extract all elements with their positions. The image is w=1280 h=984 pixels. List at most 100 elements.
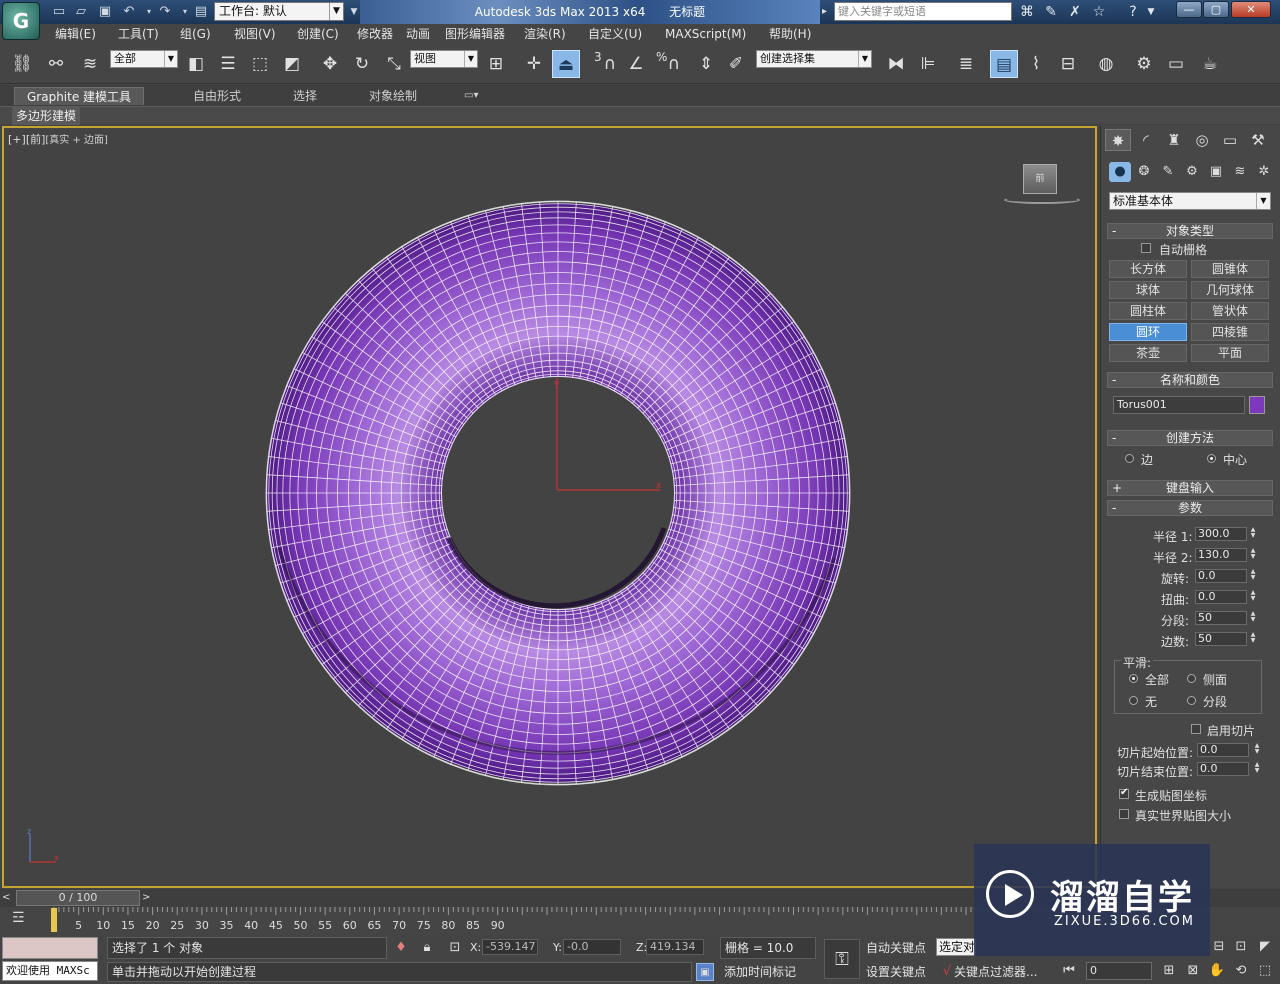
time-configuration-icon[interactable]: ⊞	[1160, 961, 1178, 981]
menu-views[interactable]: 视图(V)	[234, 26, 276, 42]
subscription-icon[interactable]: ✎	[1040, 2, 1062, 22]
menu-modifiers[interactable]: 修改器	[357, 26, 393, 42]
undo-icon[interactable]: ↶	[120, 3, 138, 21]
unlink-icon[interactable]: ⚯	[42, 50, 70, 78]
segments-input[interactable]: 50	[1195, 611, 1247, 625]
slice-from-input[interactable]: 0.0	[1197, 743, 1249, 757]
reference-coordinate-dropdown[interactable]: 视图 ▼	[410, 50, 478, 68]
geometry-icon[interactable]: ●	[1109, 162, 1131, 182]
smooth-segment-radio[interactable]	[1187, 696, 1196, 705]
key-filters-button[interactable]: 关键点过滤器...	[954, 961, 1054, 983]
orbit-icon[interactable]: ⟲	[1232, 961, 1250, 981]
material-editor-icon[interactable]: ◍	[1092, 50, 1120, 78]
render-setup-icon[interactable]: ⚙	[1130, 50, 1158, 78]
viewcube[interactable]: 前	[1023, 164, 1057, 194]
menu-help[interactable]: 帮助(H)	[769, 26, 811, 42]
angle-snap-icon[interactable]: ∠	[622, 50, 650, 78]
select-and-scale-icon[interactable]: ⤡	[380, 50, 408, 78]
smooth-all-radio[interactable]	[1129, 674, 1138, 683]
go-to-start-icon[interactable]: ⏮	[1060, 961, 1078, 981]
front-viewport[interactable]: y x [+][前][真实 + 边面] 前 z x	[2, 126, 1097, 888]
viewport-shading-label[interactable]: [真实 + 边面]	[45, 135, 108, 146]
menu-graph-editors[interactable]: 图形编辑器	[445, 26, 505, 42]
object-color-swatch[interactable]	[1249, 396, 1265, 414]
teapot-button[interactable]: 茶壶	[1109, 344, 1187, 362]
keyboard-shortcut-override-icon[interactable]: ⏏	[552, 50, 580, 78]
box-button[interactable]: 长方体	[1109, 260, 1187, 278]
select-and-manipulate-icon[interactable]: ✛	[520, 50, 548, 78]
slice-from-spinner[interactable]: ▲ ▼	[1253, 743, 1261, 757]
field-of-view-icon[interactable]: ◤	[1256, 937, 1274, 957]
menu-maxscript[interactable]: MAXScript(M)	[665, 26, 746, 42]
time-slider-thumb[interactable]: 0 / 100	[16, 890, 140, 906]
smooth-none-radio[interactable]	[1129, 696, 1138, 705]
polygon-modeling-button[interactable]: 多边形建模	[12, 107, 81, 125]
smooth-sides-radio[interactable]	[1187, 674, 1196, 683]
binoculars-icon[interactable]: ⌘	[1016, 2, 1038, 22]
search-expand-icon[interactable]: ▸	[822, 3, 832, 21]
spinner-snap-icon[interactable]: ⇕	[692, 50, 720, 78]
rotation-input[interactable]: 0.0	[1195, 569, 1247, 583]
autogrid-checkbox[interactable]	[1141, 243, 1151, 253]
generate-mapping-checkbox[interactable]	[1119, 787, 1129, 799]
sides-input[interactable]: 50	[1195, 632, 1247, 646]
align-icon[interactable]: ⊫	[914, 50, 942, 78]
selection-filter-dropdown[interactable]: 全部 ▼	[110, 50, 178, 68]
layer-manager-icon[interactable]: ≣	[952, 50, 980, 78]
menu-group[interactable]: 组(G)	[180, 26, 211, 42]
cameras-icon[interactable]: ⚙	[1181, 162, 1203, 182]
space-warps-icon[interactable]: ≋	[1229, 162, 1251, 182]
tab-graphite-modeling[interactable]: Graphite 建模工具	[14, 87, 145, 105]
maxscript-listener[interactable]	[2, 937, 98, 959]
app-menu-button[interactable]: G	[2, 2, 40, 40]
slice-to-spinner[interactable]: ▲ ▼	[1253, 762, 1261, 776]
plane-button[interactable]: 平面	[1191, 344, 1269, 362]
project-folder-icon[interactable]: ▤	[192, 3, 210, 21]
open-file-icon[interactable]: ▱	[72, 3, 90, 21]
tube-button[interactable]: 管状体	[1191, 302, 1269, 320]
z-coordinate-input[interactable]: 419.134	[646, 939, 704, 955]
tab-selection[interactable]: 选择	[293, 87, 317, 105]
isolate-selection-icon[interactable]: ♦	[392, 938, 410, 958]
radius2-input[interactable]: 130.0	[1195, 548, 1247, 562]
viewport-point-of-view-label[interactable]: [前]	[26, 133, 46, 146]
graphite-toggle-icon[interactable]: ▤	[990, 50, 1018, 78]
helpers-icon[interactable]: ▣	[1205, 162, 1227, 182]
select-by-name-icon[interactable]: ☰	[214, 50, 242, 78]
window-crossing-icon[interactable]: ◩	[278, 50, 306, 78]
workspace-dropdown[interactable]: 工作台: 默认 ▼	[214, 2, 344, 21]
rendered-frame-window-icon[interactable]: ▭	[1162, 50, 1190, 78]
segments-spinner[interactable]: ▲ ▼	[1249, 611, 1257, 625]
shapes-icon[interactable]: ❂	[1133, 162, 1155, 182]
twist-spinner[interactable]: ▲ ▼	[1249, 590, 1257, 604]
x-coordinate-input[interactable]: -539.147	[482, 939, 538, 955]
rectangular-selection-icon[interactable]: ⬚	[246, 50, 274, 78]
mirror-icon[interactable]: ⧓	[882, 50, 910, 78]
add-time-tag-button[interactable]: 添加时间标记	[720, 962, 816, 982]
edit-named-selection-icon[interactable]: ✐	[722, 50, 750, 78]
creation-method-rollout-header[interactable]: - 创建方法	[1107, 430, 1273, 446]
previous-frame-icon[interactable]: <	[2, 890, 14, 906]
menu-animation[interactable]: 动画	[406, 26, 430, 42]
torus-mesh[interactable]: y x	[4, 128, 1095, 886]
menu-tools[interactable]: 工具(T)	[118, 26, 159, 42]
display-tab-icon[interactable]: ▭	[1217, 129, 1243, 151]
schematic-view-icon[interactable]: ⊟	[1054, 50, 1082, 78]
twist-input[interactable]: 0.0	[1195, 590, 1247, 604]
center-radio[interactable]	[1207, 454, 1216, 463]
selection-lock-icon[interactable]: 🔒︎	[418, 938, 436, 958]
y-coordinate-input[interactable]: -0.0	[563, 939, 621, 955]
key-mode-dropdown[interactable]: 选定对象	[936, 938, 976, 956]
viewport-label[interactable]: [+][前][真实 + 边面]	[8, 131, 108, 147]
snap-toggle-icon[interactable]: ∩	[596, 50, 624, 78]
cylinder-button[interactable]: 圆柱体	[1109, 302, 1187, 320]
radius1-input[interactable]: 300.0	[1195, 527, 1247, 541]
next-frame-icon[interactable]: >	[142, 890, 154, 906]
object-type-rollout-header[interactable]: - 对象类型	[1107, 223, 1273, 239]
edge-radio[interactable]	[1125, 454, 1134, 463]
menu-rendering[interactable]: 渲染(R)	[524, 26, 566, 42]
modify-tab-icon[interactable]: ◜	[1133, 129, 1159, 151]
chevron-down-icon[interactable]: ▼	[1140, 2, 1162, 22]
curve-editor-icon[interactable]: ⌇	[1022, 50, 1050, 78]
menu-create[interactable]: 创建(C)	[297, 26, 339, 42]
